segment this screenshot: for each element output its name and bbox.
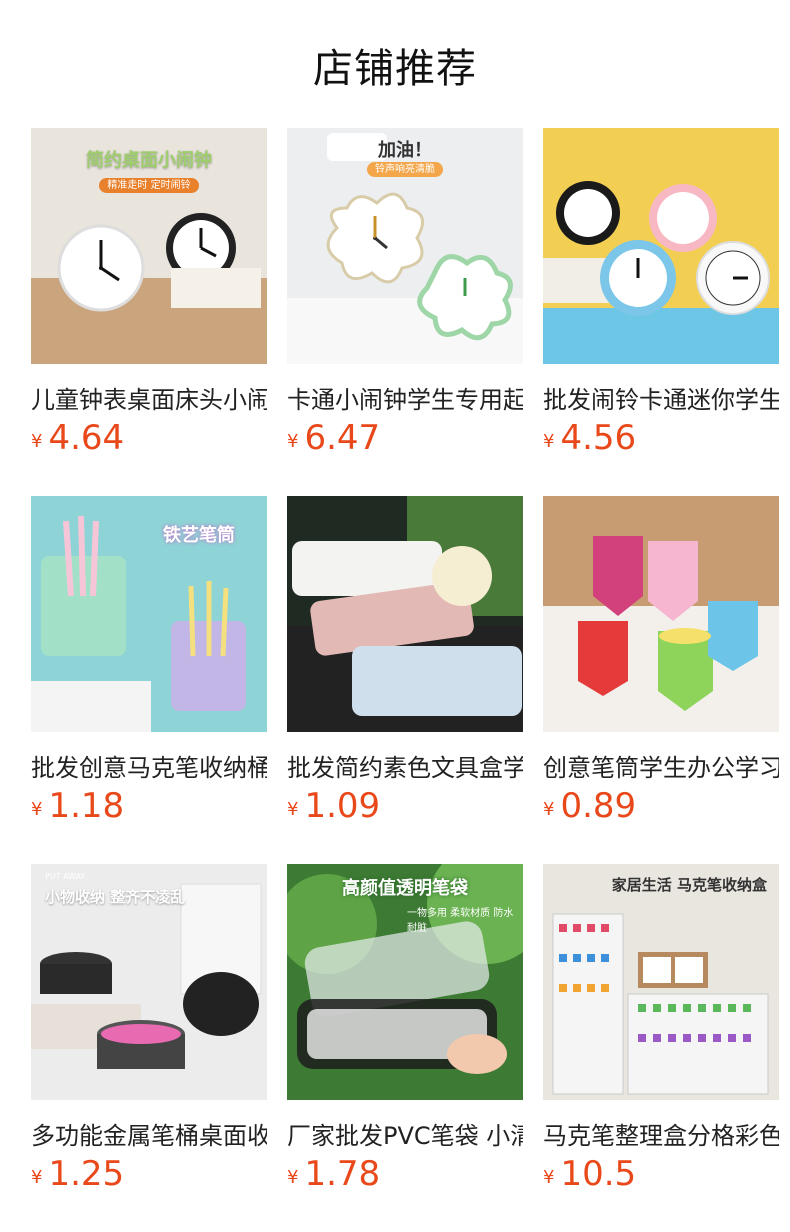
product-card[interactable]: 批发闹铃卡通迷你学生 ¥4.56	[543, 128, 779, 458]
currency-symbol: ¥	[31, 1167, 43, 1188]
product-image[interactable]: 家居生活 马克笔收纳盒	[543, 864, 779, 1100]
image-subcaption: 一物多用 柔软材质 防水耐脏	[407, 908, 514, 934]
product-price: ¥6.47	[287, 418, 523, 458]
product-name[interactable]: 创意笔筒学生办公学习	[543, 748, 779, 783]
product-price: ¥1.09	[287, 786, 523, 826]
image-caption: 加油！	[378, 140, 432, 161]
product-grid: 简约桌面小闹钟 精准走时 定时闹铃 儿童钟表桌面床头小闹钟 ¥4.64	[31, 128, 779, 1194]
price-value: 4.56	[560, 418, 637, 458]
product-image[interactable]: 简约桌面小闹钟 精准走时 定时闹铃	[31, 128, 267, 364]
product-price: ¥1.25	[31, 1154, 267, 1194]
product-image[interactable]	[287, 496, 523, 732]
product-price: ¥10.5	[543, 1154, 779, 1194]
image-caption: 家居生活 马克笔收纳盒	[611, 876, 767, 894]
product-card[interactable]: 加油！ 铃声响亮清脆 卡通小闹钟学生专用起床 ¥6.47	[287, 128, 523, 458]
product-name[interactable]: 批发简约素色文具盒学生	[287, 748, 523, 783]
product-card[interactable]: 小物收纳 整齐不凌乱 PUT AWAY 多功能金属笔桶桌面收纳 ¥1.25	[31, 864, 267, 1194]
product-image[interactable]: 高颜值透明笔袋 一物多用 柔软材质 防水耐脏	[287, 864, 523, 1100]
currency-symbol: ¥	[543, 431, 555, 452]
image-caption: 简约桌面小闹钟	[86, 150, 212, 171]
image-subcaption: 精准走时 定时闹铃	[31, 176, 267, 193]
price-value: 1.25	[48, 1154, 125, 1194]
product-price: ¥1.18	[31, 786, 267, 826]
product-name[interactable]: 卡通小闹钟学生专用起床	[287, 380, 523, 415]
product-image[interactable]: 小物收纳 整齐不凌乱 PUT AWAY	[31, 864, 267, 1100]
product-name[interactable]: 儿童钟表桌面床头小闹钟	[31, 380, 267, 415]
image-caption: 铁艺笔筒	[163, 525, 235, 546]
product-card[interactable]: 创意笔筒学生办公学习 ¥0.89	[543, 496, 779, 826]
product-card[interactable]: 简约桌面小闹钟 精准走时 定时闹铃 儿童钟表桌面床头小闹钟 ¥4.64	[31, 128, 267, 458]
product-name[interactable]: 批发创意马克笔收纳桶	[31, 748, 267, 783]
product-name[interactable]: 厂家批发PVC笔袋 小清新	[287, 1116, 523, 1151]
product-image[interactable]: 加油！ 铃声响亮清脆	[287, 128, 523, 364]
product-name[interactable]: 马克笔整理盒分格彩色	[543, 1116, 779, 1151]
price-value: 1.18	[48, 786, 125, 826]
recommend-page: 店铺推荐 简约桌面小闹钟 精准走时 定时闹铃 儿童钟表桌面床头小闹 ¥ 4.64…	[0, 0, 790, 1232]
product-card[interactable]: 批发简约素色文具盒学生 ¥1.09	[287, 496, 523, 826]
image-subcaption: PUT AWAY	[45, 872, 86, 881]
page-title: 店铺推荐	[313, 46, 477, 92]
currency-symbol: ¥	[287, 799, 299, 820]
price-value: 1.09	[304, 786, 381, 826]
product-card[interactable]: 家居生活 马克笔收纳盒 马克笔整理盒分格彩色 ¥10.5	[543, 864, 779, 1194]
product-price: ¥0.89	[543, 786, 779, 826]
currency-symbol: ¥	[287, 1167, 299, 1188]
currency-symbol: ¥	[31, 799, 43, 820]
product-card[interactable]: 高颜值透明笔袋 一物多用 柔软材质 防水耐脏 厂家批发PVC笔袋 小清新 ¥1.…	[287, 864, 523, 1194]
currency-symbol: ¥	[543, 799, 555, 820]
product-card[interactable]: 铁艺笔筒 批发创意马克笔收纳桶 ¥1.18	[31, 496, 267, 826]
image-caption: 高颜值透明笔袋	[342, 878, 468, 899]
price-value: 6.47	[304, 418, 381, 458]
price-value: 10.5	[560, 1154, 637, 1194]
product-price: ¥4.56	[543, 418, 779, 458]
price-value: 0.89	[560, 786, 637, 826]
product-image[interactable]	[543, 496, 779, 732]
image-caption: 小物收纳 整齐不凌乱	[45, 888, 186, 906]
currency-symbol: ¥	[287, 431, 299, 452]
product-price: ¥1.78	[287, 1154, 523, 1194]
currency-symbol: ¥	[31, 431, 43, 452]
image-subcaption: 铃声响亮清脆	[287, 160, 523, 177]
price-value: 1.78	[304, 1154, 381, 1194]
product-image[interactable]: 铁艺笔筒	[31, 496, 267, 732]
product-price: ¥4.64	[31, 418, 267, 458]
currency-symbol: ¥	[543, 1167, 555, 1188]
price-value: 4.64	[48, 418, 125, 458]
product-image[interactable]	[543, 128, 779, 364]
product-name[interactable]: 多功能金属笔桶桌面收纳	[31, 1116, 267, 1151]
product-name[interactable]: 批发闹铃卡通迷你学生	[543, 380, 779, 415]
